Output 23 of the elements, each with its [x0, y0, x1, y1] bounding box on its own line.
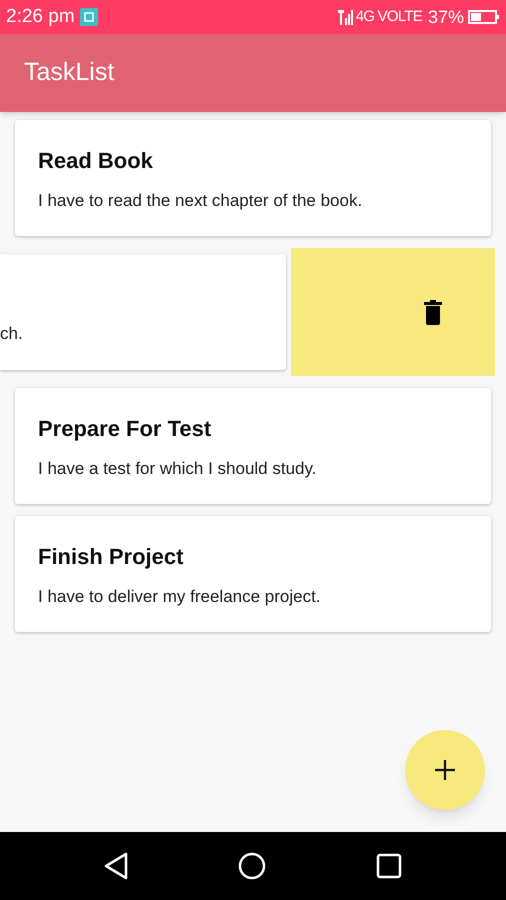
trash-icon	[423, 299, 443, 325]
app-notification-icon	[80, 8, 98, 26]
home-icon[interactable]	[238, 852, 266, 880]
status-time: 2:26 pm	[6, 4, 75, 29]
task-card[interactable]: Finish Project I have to deliver my freelance project.	[15, 516, 491, 632]
task-card[interactable]: Read Book I have to read the next chapter of the book.	[15, 120, 491, 236]
task-title: Read Book	[38, 147, 153, 175]
battery-icon	[468, 9, 500, 25]
network-label: 4G VOLTE	[356, 6, 422, 27]
app-title: TaskList	[24, 57, 114, 88]
plus-icon	[434, 759, 456, 781]
task-description: I have to deliver my freelance project.	[38, 586, 321, 608]
task-card[interactable]: Prepare For Test I have a test for which I should study.	[15, 388, 491, 504]
battery-percent: 37%	[428, 6, 464, 28]
signal-icon	[336, 8, 354, 26]
task-description: I have a test for which I should study.	[38, 458, 316, 480]
task-title: Finish Project	[38, 543, 184, 571]
recents-icon[interactable]	[376, 853, 402, 879]
back-icon[interactable]	[104, 852, 128, 880]
task-description: ch.	[0, 322, 23, 344]
task-card[interactable]: ch.	[0, 254, 286, 370]
task-title: Prepare For Test	[38, 415, 212, 443]
task-description: I have to read the next chapter of the book.	[38, 190, 362, 212]
